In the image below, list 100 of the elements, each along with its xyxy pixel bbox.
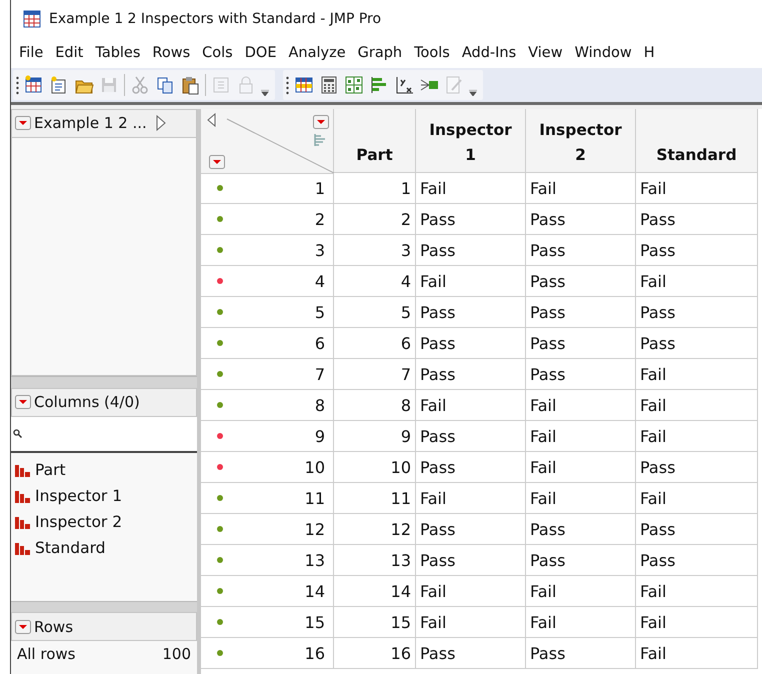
table-cell: 16 — [334, 638, 416, 669]
toolbar-grip-icon[interactable] — [16, 75, 19, 95]
table-cell: Fail — [526, 421, 636, 452]
row-number: 5 — [314, 302, 325, 322]
table-cell: Fail — [526, 390, 636, 421]
table-cell: Fail — [636, 173, 758, 204]
table-cell: 7 — [334, 359, 416, 390]
dropdown-icon[interactable] — [209, 155, 225, 169]
table-cell: Pass — [416, 204, 526, 235]
menu-item[interactable]: Add-Ins — [456, 45, 522, 61]
column-name[interactable]: Standard — [35, 539, 106, 558]
table-cell: Pass — [416, 514, 526, 545]
menu-item[interactable]: Tools — [408, 45, 456, 61]
table-icon[interactable] — [294, 75, 314, 95]
menu-item[interactable]: View — [522, 45, 569, 61]
menu-item[interactable]: Graph — [352, 45, 408, 61]
table-cell: Fail — [416, 173, 526, 204]
dropdown-icon[interactable] — [15, 620, 31, 634]
table-cell: Fail — [526, 173, 636, 204]
table-cell: Fail — [636, 576, 758, 607]
table-cell: Pass — [416, 452, 526, 483]
table-cell: Pass — [636, 297, 758, 328]
menu-item[interactable]: Analyze — [282, 45, 352, 61]
clipboard-icon[interactable] — [180, 75, 200, 95]
bar-chart-icon — [15, 515, 31, 530]
table-cell: 9 — [334, 421, 416, 452]
row-number: 16 — [304, 644, 325, 662]
bar-chart-icon[interactable] — [369, 75, 389, 95]
menu-item[interactable]: Rows — [146, 45, 196, 61]
column-header[interactable]: Part — [334, 109, 416, 173]
row-number: 7 — [314, 364, 325, 384]
row-state-label: All rows — [17, 645, 76, 666]
table-cell: Pass — [416, 328, 526, 359]
row-number: 12 — [304, 520, 325, 538]
column-name[interactable]: Inspector 2 — [35, 513, 122, 532]
row-number: 4 — [314, 272, 325, 290]
table-cell: Pass — [636, 235, 758, 266]
table-cell: Pass — [636, 204, 758, 235]
table-cell: Pass — [416, 297, 526, 328]
table-cell: Fail — [526, 607, 636, 638]
column-header[interactable]: Inspector 2 — [526, 109, 636, 173]
panel-title: Columns (4/0) — [34, 393, 140, 412]
row-number: 2 — [314, 210, 325, 228]
menu-item[interactable]: Tables — [89, 45, 146, 61]
table-cell: 8 — [334, 390, 416, 421]
column-header[interactable]: Inspector 1 — [416, 109, 526, 173]
bar-chart-icon — [15, 463, 31, 478]
table-cell: Pass — [526, 297, 636, 328]
toolbar-grip-icon[interactable] — [286, 75, 289, 95]
table-cell: Pass — [526, 514, 636, 545]
table-cell: 1 — [334, 173, 416, 204]
table-cell: Pass — [526, 359, 636, 390]
table-cell: Pass — [636, 514, 758, 545]
table-cell: Fail — [416, 483, 526, 514]
table-cell: 6 — [334, 328, 416, 359]
table-cell: Pass — [416, 638, 526, 669]
menu-item[interactable]: H — [638, 45, 661, 61]
table-cell: Fail — [416, 390, 526, 421]
column-name[interactable]: Part — [35, 461, 66, 480]
table-cell: 5 — [334, 297, 416, 328]
dropdown-icon[interactable] — [15, 116, 31, 130]
table-cell: 2 — [334, 204, 416, 235]
column-header[interactable]: Standard — [636, 109, 758, 173]
row-number: 15 — [304, 612, 325, 632]
table-cell: Fail — [636, 390, 758, 421]
menu-item[interactable]: Edit — [49, 45, 90, 61]
bar-chart-icon — [15, 541, 31, 556]
panel-title: Example 1 2 ... — [34, 114, 147, 132]
table-cell: Fail — [636, 266, 758, 297]
menu-item[interactable]: DOE — [238, 45, 282, 61]
table-cell: Pass — [526, 545, 636, 576]
row-number: 6 — [314, 334, 325, 352]
collapse-icon[interactable] — [207, 113, 216, 127]
table-cell: Pass — [416, 545, 526, 576]
table-cell: Pass — [526, 266, 636, 297]
row-number: 10 — [304, 458, 325, 476]
menu-item[interactable]: File — [13, 45, 50, 61]
search-icon — [13, 429, 22, 438]
dropdown-icon[interactable] — [313, 115, 329, 129]
menu-item[interactable]: Window — [568, 45, 638, 61]
dropdown-icon[interactable] — [15, 395, 31, 410]
copy-icon[interactable] — [155, 75, 175, 95]
search-field[interactable] — [11, 416, 197, 454]
table-cell: Fail — [416, 576, 526, 607]
table-cell: Fail — [636, 638, 758, 669]
row-number: 14 — [304, 582, 325, 600]
table-cell: Fail — [416, 266, 526, 297]
table-cell: 3 — [334, 235, 416, 266]
window-title: Example 1 2 Inspectors with Standard - JMP Pro — [49, 11, 382, 27]
column-name[interactable]: Inspector 1 — [35, 487, 122, 506]
axes-icon[interactable] — [394, 75, 414, 95]
menu-item[interactable]: Cols — [196, 45, 239, 61]
new-table-icon[interactable] — [24, 75, 44, 95]
overflow-icon[interactable] — [469, 90, 477, 96]
calculator-icon[interactable] — [319, 75, 339, 95]
expand-icon[interactable] — [156, 115, 166, 132]
grid-icon[interactable] — [344, 75, 364, 95]
overflow-icon[interactable] — [261, 90, 269, 96]
row-number: 8 — [314, 396, 325, 414]
table-cell: Fail — [636, 421, 758, 452]
